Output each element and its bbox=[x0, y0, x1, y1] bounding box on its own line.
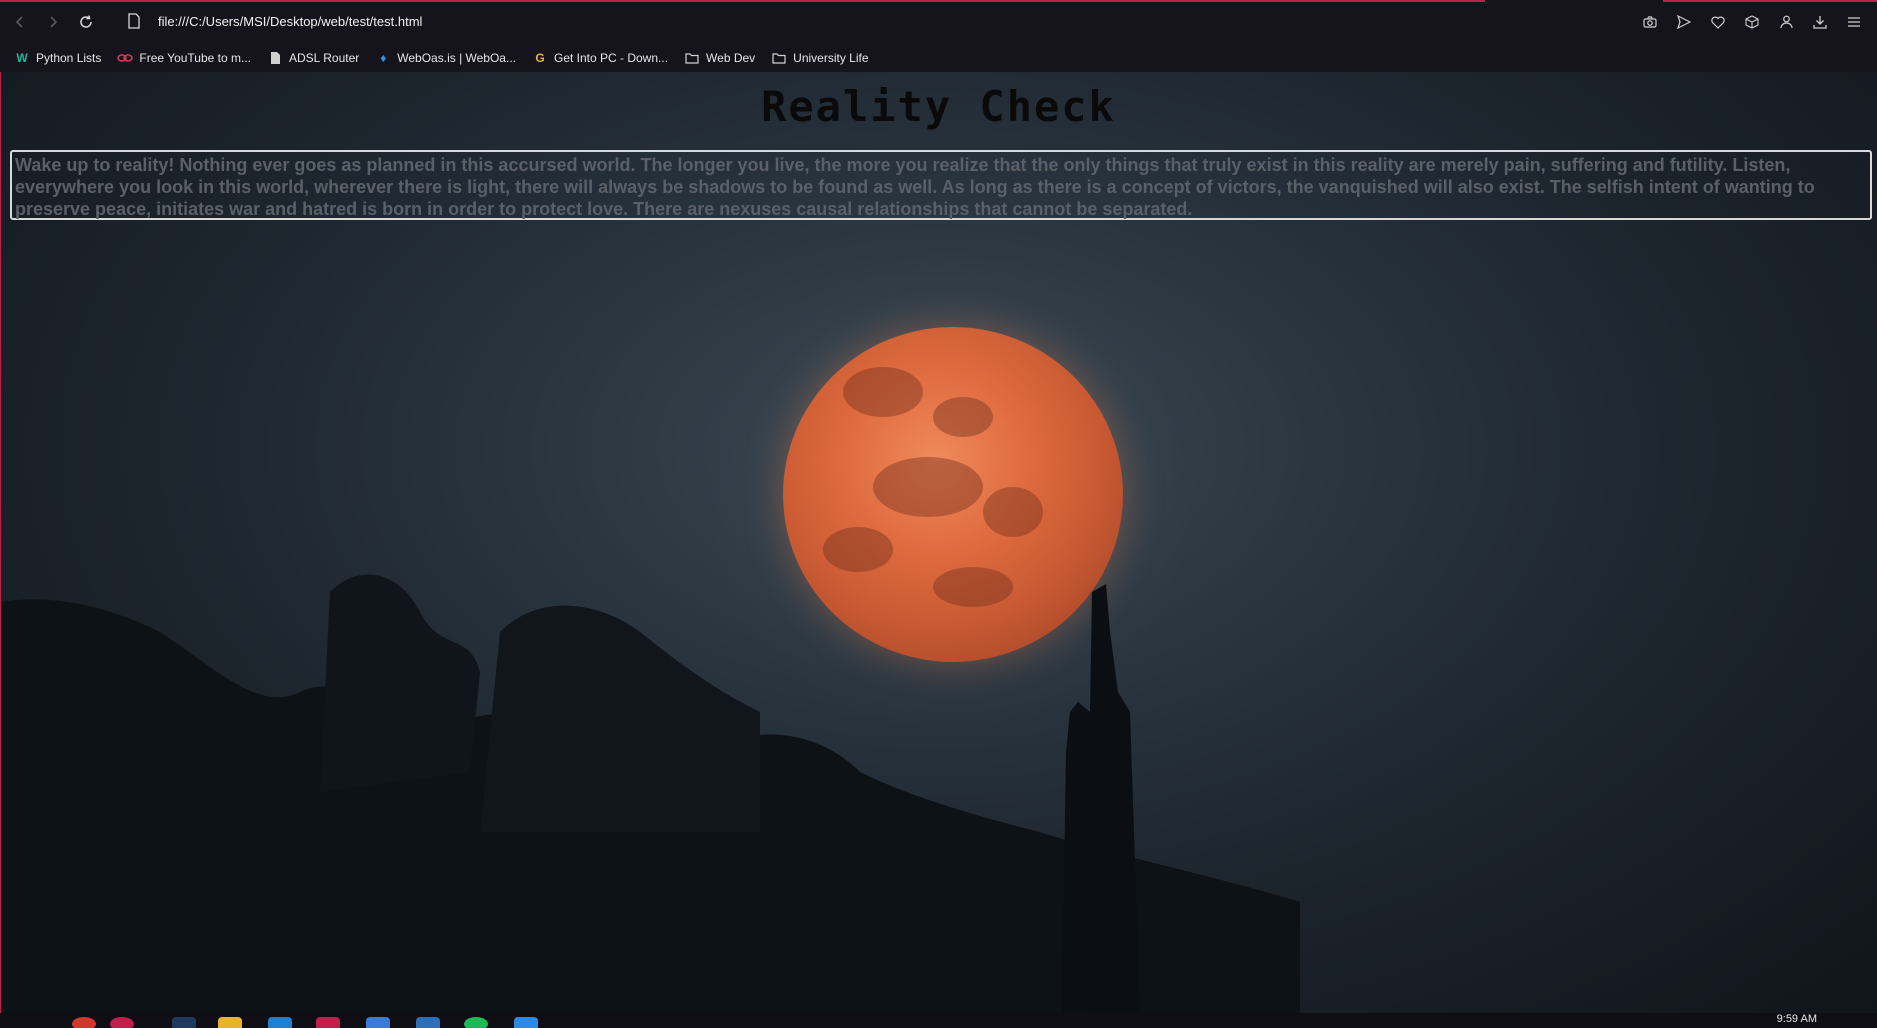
tab-accent-right bbox=[1663, 0, 1877, 2]
file-page-icon bbox=[128, 13, 140, 29]
download-icon bbox=[1813, 16, 1827, 29]
folder-taskbar-icon[interactable] bbox=[218, 1017, 242, 1028]
user-icon bbox=[1779, 15, 1793, 29]
page-title: Reality Check bbox=[761, 82, 1116, 131]
chrome-taskbar-icon[interactable] bbox=[72, 1017, 96, 1028]
browser-toolbar: file:///C:/Users/MSI/Desktop/web/test/te… bbox=[0, 0, 1877, 44]
reload-icon bbox=[80, 15, 92, 28]
bookmark-university-life[interactable]: University Life bbox=[771, 50, 869, 66]
w-logo-icon: W bbox=[16, 51, 28, 65]
bookmark-get-into-pc[interactable]: G Get Into PC - Down... bbox=[532, 50, 668, 66]
back-button[interactable] bbox=[9, 11, 31, 33]
bookmark-label: ADSL Router bbox=[289, 51, 360, 65]
hamburger-menu-icon bbox=[1848, 17, 1860, 27]
page-viewport: Reality Check Wake up to reality! Nothin… bbox=[0, 72, 1877, 1013]
vscode-taskbar-icon[interactable] bbox=[514, 1017, 538, 1028]
forward-button[interactable] bbox=[42, 11, 64, 33]
quote-box: Wake up to reality! Nothing ever goes as… bbox=[10, 150, 1872, 220]
app2-taskbar-icon[interactable] bbox=[268, 1017, 292, 1028]
webo-icon: ♦ bbox=[380, 51, 387, 65]
active-tab-accent bbox=[0, 0, 1485, 2]
bookmark-python-lists[interactable]: W Python Lists bbox=[14, 50, 101, 66]
bookmark-free-youtube[interactable]: Free YouTube to m... bbox=[117, 50, 251, 66]
opera-taskbar-icon[interactable] bbox=[110, 1017, 134, 1028]
toolbar-actions bbox=[1639, 11, 1865, 33]
cube-icon bbox=[1745, 15, 1759, 29]
bookmark-heart-button[interactable] bbox=[1707, 11, 1729, 33]
chevron-left-icon bbox=[15, 16, 23, 28]
camera-icon bbox=[1643, 16, 1657, 28]
app5-taskbar-icon[interactable] bbox=[416, 1017, 440, 1028]
folder-icon bbox=[684, 50, 700, 66]
downloads-button[interactable] bbox=[1809, 11, 1831, 33]
app3-taskbar-icon[interactable] bbox=[316, 1017, 340, 1028]
reload-button[interactable] bbox=[75, 11, 97, 33]
app-taskbar-icon[interactable] bbox=[172, 1017, 196, 1028]
send-button[interactable] bbox=[1673, 11, 1695, 33]
heart-icon bbox=[1711, 16, 1725, 29]
profile-button[interactable] bbox=[1775, 11, 1797, 33]
bookmark-label: WebOas.is | WebOa... bbox=[397, 51, 516, 65]
extensions-button[interactable] bbox=[1741, 11, 1763, 33]
app4-taskbar-icon[interactable] bbox=[366, 1017, 390, 1028]
taskbar-clock[interactable]: 9:59 AM bbox=[1777, 1013, 1817, 1025]
folder-icon bbox=[771, 50, 787, 66]
bookmark-web-dev[interactable]: Web Dev bbox=[684, 50, 755, 66]
windows-taskbar: 9:59 AM bbox=[0, 1013, 1877, 1028]
bookmark-adsl-router[interactable]: ADSL Router bbox=[267, 50, 359, 66]
chevron-right-icon bbox=[50, 16, 58, 28]
snapshot-button[interactable] bbox=[1639, 11, 1661, 33]
menu-button[interactable] bbox=[1843, 11, 1865, 33]
bookmark-label: University Life bbox=[793, 51, 869, 65]
link-icon bbox=[117, 50, 134, 66]
spotify-taskbar-icon[interactable] bbox=[464, 1017, 488, 1028]
bookmark-weboas[interactable]: ♦ WebOas.is | WebOa... bbox=[375, 50, 516, 66]
bookmark-label: Python Lists bbox=[36, 51, 102, 65]
page-icon bbox=[267, 50, 283, 66]
quote-text: Wake up to reality! Nothing ever goes as… bbox=[15, 155, 1815, 219]
send-icon bbox=[1677, 15, 1691, 29]
address-bar[interactable]: file:///C:/Users/MSI/Desktop/web/test/te… bbox=[158, 14, 422, 29]
g-logo-icon: G bbox=[535, 51, 545, 65]
bookmark-label: Get Into PC - Down... bbox=[553, 51, 669, 65]
viewport-accent-border bbox=[0, 72, 1, 1013]
bookmark-label: Free YouTube to m... bbox=[139, 51, 251, 65]
bookmark-label: Web Dev bbox=[706, 51, 756, 65]
bookmarks-bar: W Python Lists Free YouTube to m... ADSL… bbox=[0, 44, 1877, 72]
